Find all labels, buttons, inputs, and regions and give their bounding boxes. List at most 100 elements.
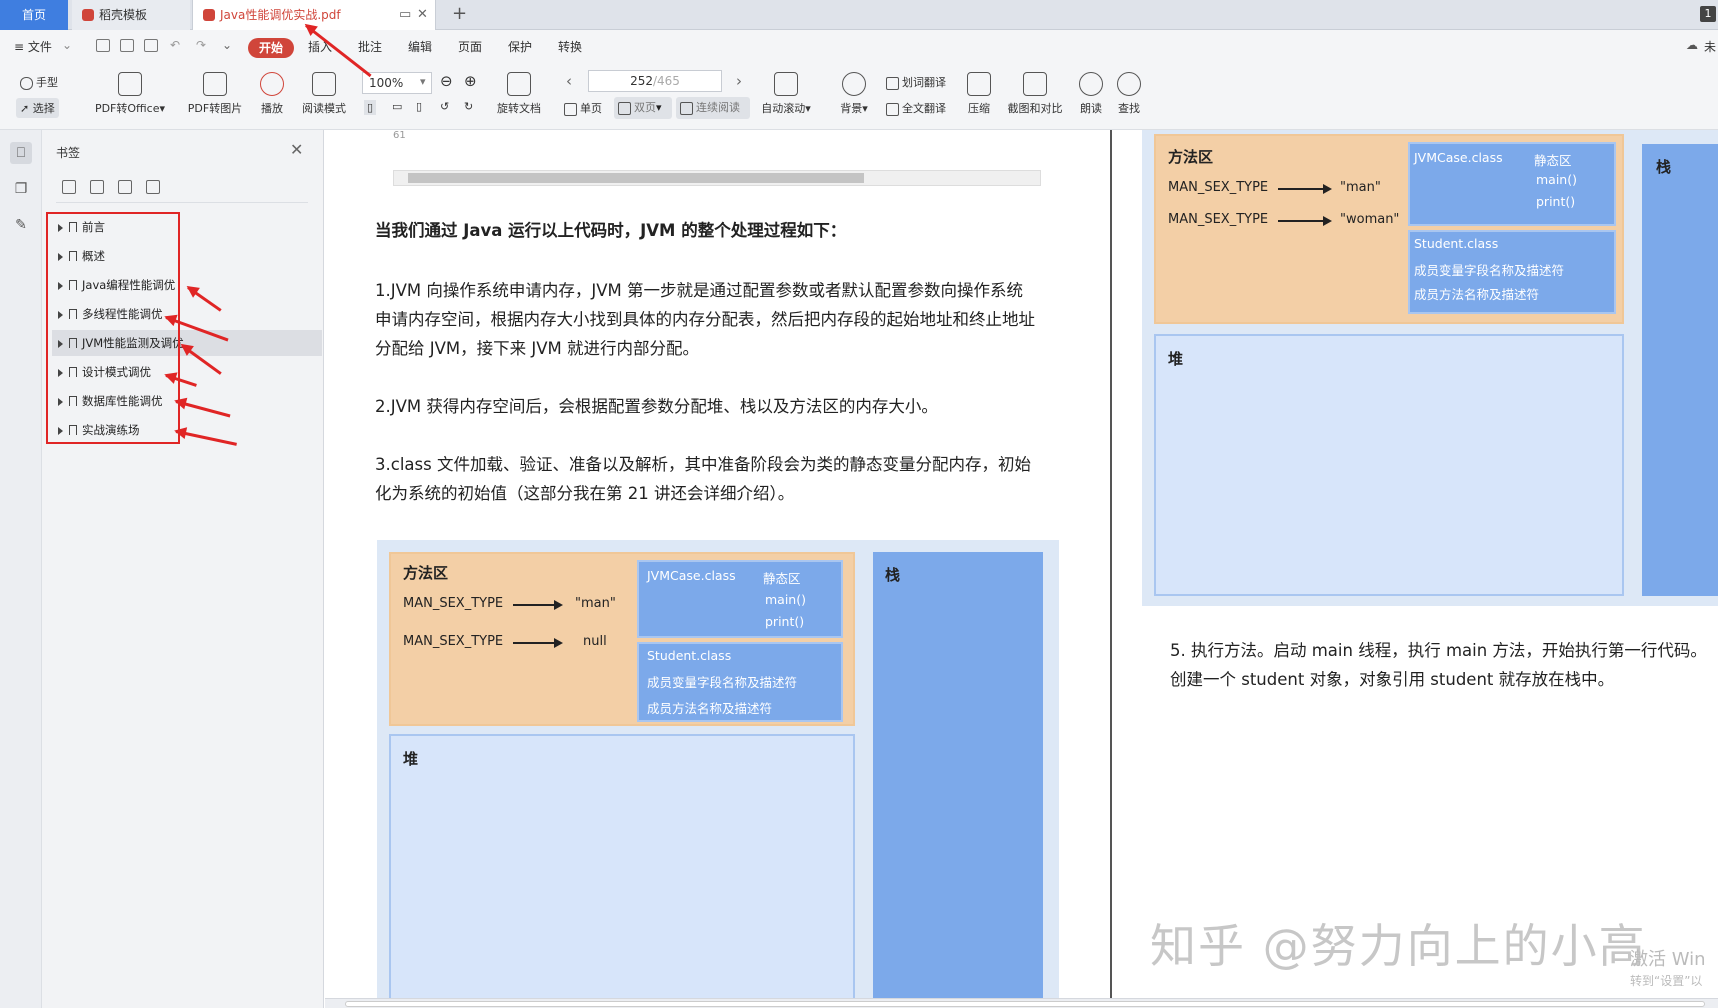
read-mode-button[interactable]: 阅读模式: [296, 72, 352, 116]
bookmark-options-icon[interactable]: [146, 180, 160, 194]
method-name: print(): [1536, 194, 1576, 209]
arrow-icon: [513, 638, 563, 648]
actual-size-icon[interactable]: ▯: [416, 100, 422, 113]
open-icon[interactable]: [96, 39, 110, 52]
ribbon-tab-convert[interactable]: 转换: [558, 38, 582, 55]
fit-width-icon[interactable]: ▭: [392, 100, 402, 113]
ribbon-tab-edit[interactable]: 编辑: [408, 38, 432, 55]
save-icon[interactable]: [120, 39, 134, 52]
redo-icon[interactable]: ↷: [196, 38, 206, 52]
chevron-down-icon[interactable]: ⌄: [62, 38, 72, 52]
paragraph-heading: 当我们通过 Java 运行以上代码时，JVM 的整个处理过程如下：: [375, 221, 847, 240]
auto-scroll-button[interactable]: 自动滚动▾: [756, 72, 816, 116]
signature-panel-icon[interactable]: ✎: [10, 214, 32, 236]
read-aloud-button[interactable]: 朗读: [1076, 72, 1106, 116]
word-translate-label: 划词翻译: [902, 76, 946, 89]
ribbon-tab-annotate[interactable]: 批注: [358, 38, 382, 55]
jvmcase-class-box: JVMCase.class 静态区 main() print(): [1408, 142, 1616, 226]
double-page-icon: [618, 101, 631, 115]
continuous-icon: [680, 101, 693, 115]
pdf-to-office-button[interactable]: PDF转Office▾: [90, 72, 170, 116]
bookmark-panel-icon[interactable]: ⎕: [10, 142, 32, 164]
hand-tool-button[interactable]: 手型: [20, 74, 58, 90]
paragraph-line: 化为系统的初始值（这部分我在第 21 讲还会详细介绍）。: [375, 484, 795, 503]
play-label: 播放: [261, 102, 283, 115]
next-page-icon[interactable]: ›: [736, 72, 742, 90]
static-var-value: "woman": [1340, 212, 1400, 227]
close-icon[interactable]: ✕: [290, 140, 303, 159]
paragraph-line: 5. 执行方法。启动 main 线程，执行 main 方法，开始执行第一行代码。: [1170, 641, 1707, 660]
zoom-in-icon[interactable]: ⊕: [464, 72, 477, 90]
single-page-button[interactable]: 单页: [564, 100, 602, 116]
horizontal-scrollbar[interactable]: [325, 998, 1718, 1008]
code-horizontal-scrollbar[interactable]: [393, 170, 1041, 186]
pin-icon[interactable]: ▭: [399, 0, 411, 30]
student-class-box: Student.class 成员变量字段名称及描述符 成员方法名称及描述符: [637, 642, 843, 722]
rotate-right-icon[interactable]: ↻: [464, 100, 473, 113]
pdf-convert-icon: [118, 72, 142, 96]
screenshot-compare-button[interactable]: 截图和对比: [1004, 72, 1066, 116]
window-badge[interactable]: 1: [1700, 6, 1716, 22]
chevron-down-icon[interactable]: ▾: [420, 75, 426, 88]
play-icon: [260, 72, 284, 96]
method-name: main(): [1536, 172, 1577, 187]
search-icon: [1117, 72, 1141, 96]
find-label: 查找: [1118, 102, 1140, 115]
expand-all-icon[interactable]: [62, 180, 76, 194]
arrow-icon: [1278, 184, 1332, 194]
file-menu[interactable]: ≡ 文件: [14, 38, 52, 55]
undo-icon[interactable]: ↶: [170, 38, 180, 52]
ribbon-tab-protect[interactable]: 保护: [508, 38, 532, 55]
rotate-document-button[interactable]: 旋转文档: [492, 72, 546, 116]
cloud-status[interactable]: 未: [1704, 38, 1716, 55]
tab-daoke-templates[interactable]: 稻壳模板: [72, 0, 190, 30]
play-button[interactable]: 播放: [254, 72, 290, 116]
static-var-value: null: [583, 634, 607, 649]
continuous-label: 连续阅读: [696, 101, 740, 114]
background-button[interactable]: 背景▾: [834, 72, 874, 116]
image-icon: [203, 72, 227, 96]
select-tool-button[interactable]: ➚ 选择: [16, 98, 59, 118]
word-translate-button[interactable]: 划词翻译: [886, 74, 946, 90]
fit-page-icon[interactable]: ▯: [364, 100, 377, 115]
pdf-to-image-button[interactable]: PDF转图片: [182, 72, 248, 116]
method-area-label: 方法区: [403, 564, 449, 582]
paragraph-line: 申请内存空间，根据内存大小找到具体的内存分配表，然后把内存段的起始地址和终止地址: [375, 310, 1035, 329]
static-var-name: MAN_SEX_TYPE: [403, 634, 504, 649]
paragraph-line: 1.JVM 向操作系统申请内存，JVM 第一步就是通过配置参数或者默认配置参数向…: [375, 281, 1024, 300]
zoom-out-icon[interactable]: ⊖: [440, 72, 453, 90]
tab-label: 稻壳模板: [99, 8, 148, 22]
collapse-all-icon[interactable]: [90, 180, 104, 194]
print-icon[interactable]: [144, 39, 158, 52]
continuous-read-button[interactable]: 连续阅读: [676, 97, 750, 119]
watermark: 知乎 @努力向上的小高: [1150, 919, 1647, 973]
static-area-label: 静态区: [1534, 153, 1572, 168]
select-label: 选择: [32, 102, 55, 115]
document-view[interactable]: 61 当我们通过 Java 运行以上代码时，JVM 的整个处理过程如下： 1.J…: [325, 130, 1718, 1000]
add-bookmark-icon[interactable]: [118, 180, 132, 194]
class-desc: 成员变量字段名称及描述符: [647, 675, 798, 690]
method-name: main(): [765, 592, 806, 607]
ribbon-tab-start[interactable]: 开始: [248, 38, 294, 58]
page-number-field[interactable]: 252/465: [588, 70, 722, 92]
find-button[interactable]: 查找: [1114, 72, 1144, 116]
cloud-icon[interactable]: ☁: [1686, 38, 1698, 52]
double-page-button[interactable]: 双页▾: [614, 97, 672, 119]
compress-button[interactable]: 压缩: [964, 72, 994, 116]
rotate-left-icon[interactable]: ↺: [440, 100, 449, 113]
scrollbar-thumb[interactable]: [345, 1001, 1705, 1007]
quick-access-dropdown-icon[interactable]: ⌄: [222, 38, 232, 52]
full-translate-button[interactable]: 全文翻译: [886, 100, 946, 116]
translate-doc-icon: [886, 102, 899, 116]
tab-home[interactable]: 首页: [0, 0, 68, 30]
prev-page-icon[interactable]: ‹: [566, 72, 572, 90]
new-tab-button[interactable]: +: [452, 3, 467, 24]
thumbnail-panel-icon[interactable]: ❐: [10, 178, 32, 200]
annotation-highlight-box: [46, 212, 180, 444]
scrollbar-thumb[interactable]: [408, 173, 864, 183]
stack-area: 栈: [1642, 144, 1718, 596]
auto-scroll-icon: [774, 72, 798, 96]
windows-activation-notice: 激活 Win: [1630, 949, 1706, 970]
ribbon-tab-page[interactable]: 页面: [458, 38, 482, 55]
close-icon[interactable]: ✕: [417, 0, 428, 30]
